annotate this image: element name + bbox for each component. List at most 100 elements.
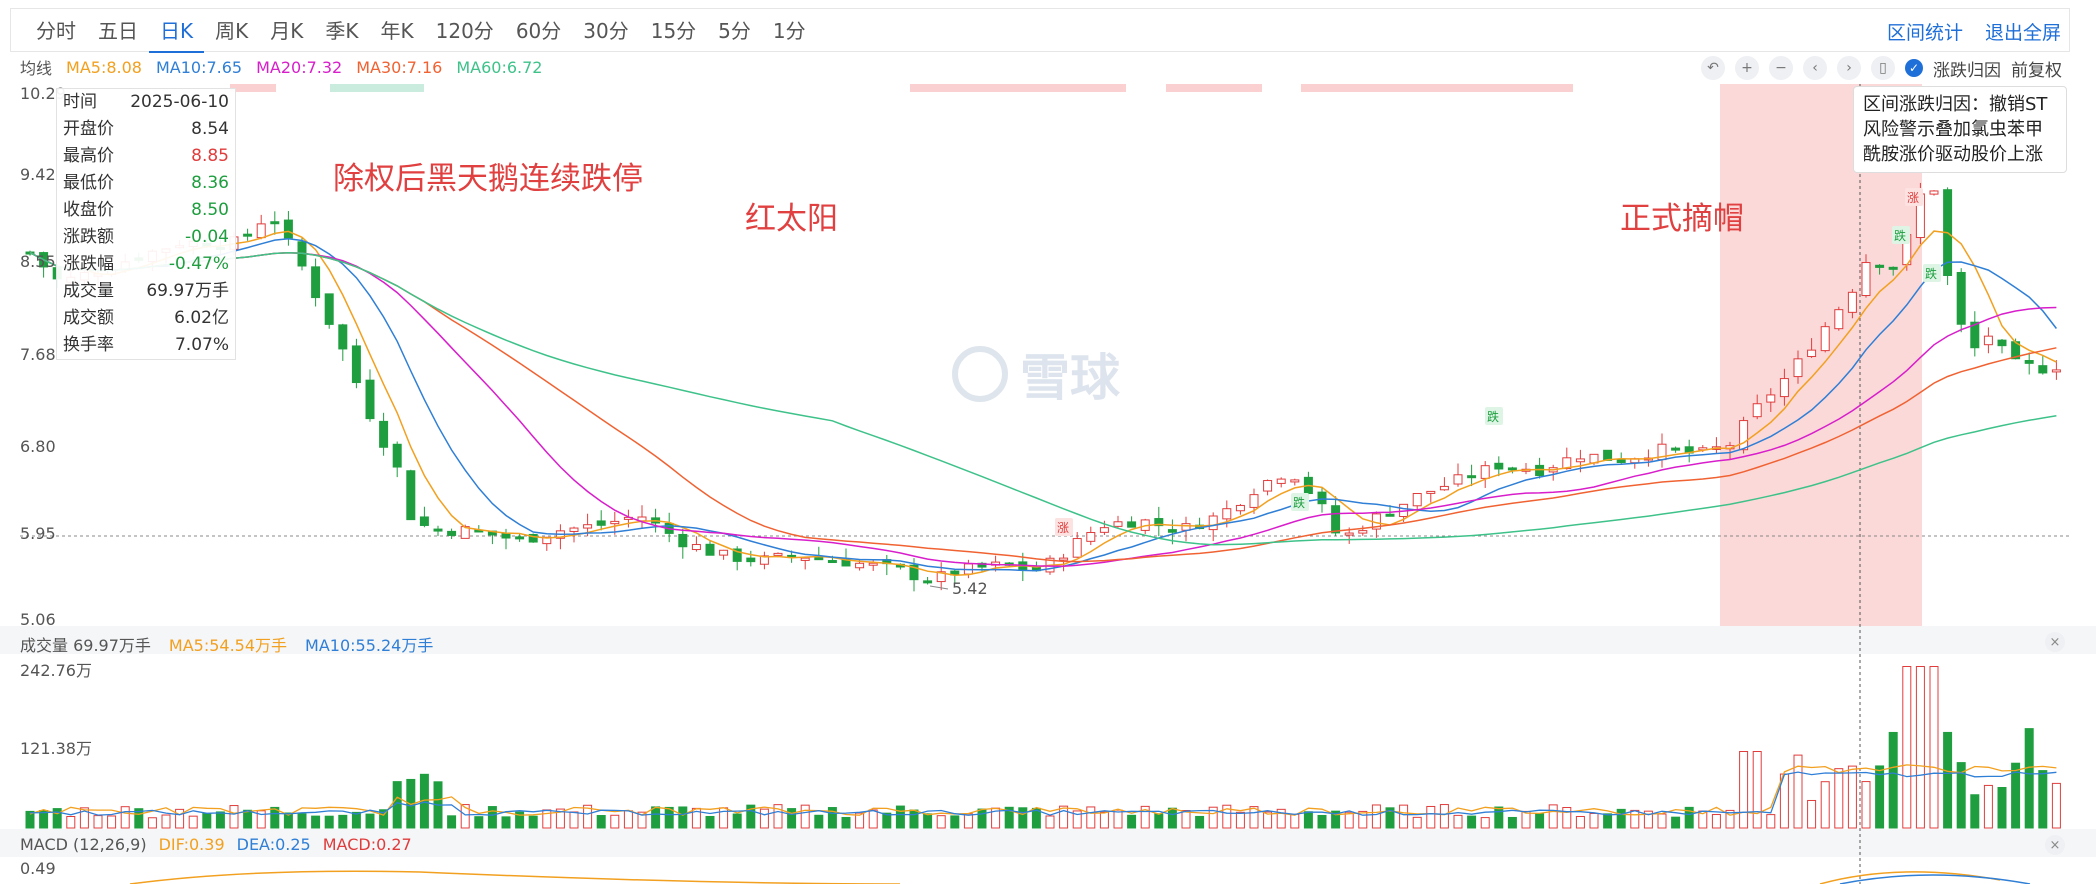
candle-body — [827, 560, 837, 564]
volume-bar — [1603, 813, 1613, 829]
volume-bar — [1507, 816, 1517, 829]
annotation-st-removed: 正式摘帽 — [1620, 201, 1744, 237]
candle-body — [392, 443, 402, 468]
candle-body — [691, 544, 701, 551]
tooltip-value: 8.54 — [191, 119, 229, 139]
volume-bar — [1943, 731, 1953, 829]
candle-body — [1072, 538, 1082, 558]
volume-bar — [297, 813, 307, 829]
volume-bar — [923, 813, 933, 829]
price-axis-label: 7.68 — [20, 345, 56, 364]
volume-bar — [1426, 805, 1436, 829]
volume-bar — [1235, 811, 1245, 829]
volume-bar — [2024, 728, 2034, 829]
candle-body — [1249, 494, 1259, 508]
volume-bar — [569, 811, 579, 829]
volume-bar — [1766, 814, 1776, 829]
candle-body — [1929, 190, 1939, 195]
volume-bar — [1344, 811, 1354, 829]
event-badge-text: 涨 — [1907, 190, 1919, 205]
volume-bar — [1562, 807, 1572, 829]
volume-bar — [1970, 794, 1980, 829]
tooltip-value: 7.07% — [174, 335, 229, 355]
volume-bar — [1371, 804, 1381, 829]
volume-bar — [1317, 814, 1327, 829]
candle-body — [338, 324, 348, 350]
volume-bar — [1997, 787, 2007, 829]
volume-bar — [93, 815, 103, 829]
candle-body — [1439, 485, 1449, 491]
close-macd-panel-icon[interactable]: × — [2045, 835, 2065, 855]
volume-bar — [1834, 768, 1844, 829]
volume-bar — [338, 814, 348, 829]
candle-body — [1290, 479, 1300, 483]
candle-body — [1086, 532, 1096, 542]
low-marker-leader — [929, 585, 949, 590]
volume-bar — [950, 815, 960, 829]
candle-body — [256, 223, 266, 239]
tooltip-value: -0.04 — [185, 227, 229, 247]
candle-body — [1739, 420, 1749, 451]
volume-bar — [1167, 807, 1177, 829]
tooltip-value: 8.50 — [191, 200, 229, 220]
macd-dea-label: DEA:0.25 — [236, 835, 311, 854]
tooltip-row: 换手率 7.07% — [57, 332, 235, 359]
volume-bar — [1535, 813, 1545, 829]
volume-bar — [1303, 811, 1313, 829]
volume-bar — [678, 806, 688, 829]
candle-body — [1453, 474, 1463, 485]
volume-bar — [868, 809, 878, 829]
kline-chart[interactable]: 5.42涨跌跌涨跌跌 — [0, 0, 2096, 884]
tooltip-label: 时间 — [63, 92, 97, 112]
volume-bar — [1575, 815, 1585, 829]
tooltip-row: 涨跌额 -0.04 — [57, 224, 235, 251]
candle-body — [1358, 530, 1368, 534]
macd-dif-line — [129, 870, 901, 884]
candle-body — [270, 221, 280, 225]
xueqiu-logo-icon — [952, 346, 1008, 402]
volume-bar — [610, 814, 620, 829]
candle-body — [1793, 358, 1803, 378]
volume-bar — [977, 808, 987, 829]
volume-bar — [1494, 806, 1504, 829]
tooltip-row: 涨跌幅 -0.47% — [57, 251, 235, 278]
volume-bar — [215, 811, 225, 829]
volume-bar — [66, 816, 76, 829]
candle-body — [1222, 508, 1232, 520]
volume-bar — [243, 809, 253, 829]
volume-bar — [1439, 804, 1449, 829]
candle-body — [773, 552, 783, 556]
candle-body — [610, 520, 620, 525]
volume-bar — [501, 816, 511, 829]
tooltip-label: 最低价 — [63, 173, 114, 193]
candle-body — [855, 562, 865, 569]
volume-bar — [1847, 765, 1857, 829]
volume-legend: 成交量 69.97万手 MA5:54.54万手 MA10:55.24万手 — [20, 632, 433, 656]
candle-body — [868, 562, 878, 566]
volume-bar — [596, 815, 606, 829]
volume-bar — [120, 806, 130, 829]
volume-bar — [936, 815, 946, 829]
candle-body — [923, 580, 933, 584]
tooltip-value: 2025-06-10 — [130, 92, 229, 112]
limit-strip — [1301, 84, 1573, 92]
ohlc-tooltip: 时间 2025-06-10 开盘价 8.54 最高价 8.85 最低价 8.36 收盘价 8.50… — [56, 88, 236, 360]
candle-body — [406, 470, 416, 521]
limit-strip — [330, 84, 424, 92]
volume-bar — [1861, 781, 1871, 829]
volume-bar — [324, 815, 334, 829]
volume-bar — [705, 815, 715, 829]
volume-bar — [841, 816, 851, 829]
volume-ma10-line — [29, 771, 2057, 816]
close-volume-panel-icon[interactable]: × — [2045, 632, 2065, 652]
candle-body — [746, 557, 756, 563]
volume-axis-mid: 121.38万 — [20, 739, 92, 758]
candle-body — [1847, 291, 1857, 313]
candle-body — [1779, 378, 1789, 398]
volume-bar — [1086, 806, 1096, 829]
candle-body — [800, 557, 810, 561]
candle-body — [1535, 464, 1545, 477]
candle-body — [1671, 447, 1681, 451]
volume-bar — [202, 813, 212, 829]
candle-body — [1997, 339, 2007, 347]
